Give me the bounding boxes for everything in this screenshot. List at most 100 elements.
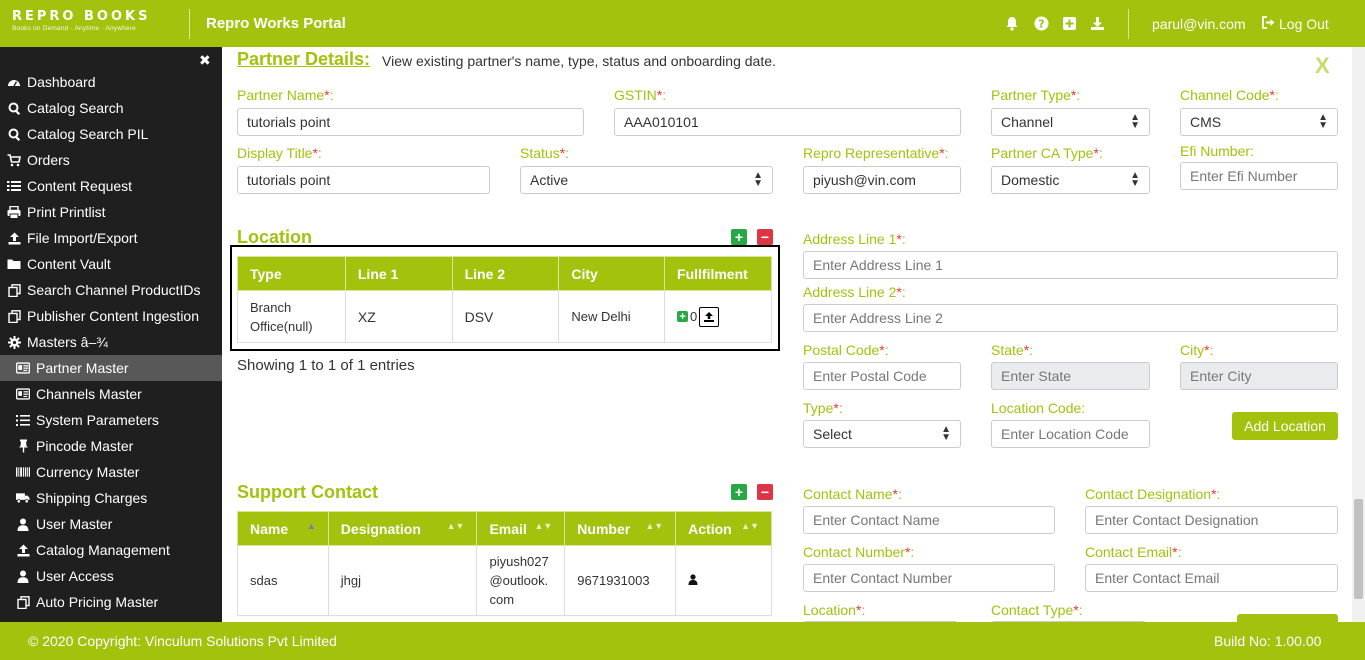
sidebar-item-label: User Master: [36, 516, 113, 532]
sidebar-item-catalog-management[interactable]: Catalog Management: [0, 537, 222, 563]
sidebar-item-orders[interactable]: Orders: [0, 147, 222, 173]
copy-icon: [7, 283, 21, 297]
address-line2-input[interactable]: Enter Address Line 2: [803, 304, 1338, 332]
address-line1-input[interactable]: Enter Address Line 1: [803, 251, 1338, 279]
download-icon[interactable]: [1088, 14, 1106, 32]
sidebar-item-auto-pricing-master[interactable]: Auto Pricing Master: [0, 589, 222, 615]
location-code-label: Location Code:: [991, 400, 1086, 416]
main-content: Partner Details: View existing partner's…: [222, 47, 1365, 622]
sidebar-close-icon[interactable]: ✖: [199, 52, 211, 69]
status-select[interactable]: Active ▲ ▼: [520, 166, 773, 194]
city-input[interactable]: Enter City: [1180, 362, 1338, 390]
bell-icon[interactable]: [1003, 14, 1021, 32]
col-designation[interactable]: Designation ▲▼: [327, 511, 478, 546]
sidebar-item-publisher-content-ingestion[interactable]: Publisher Content Ingestion: [0, 303, 222, 329]
channel-code-select[interactable]: CMS ▲ ▼: [1180, 108, 1338, 136]
sidebar: ✖ Dashboard Catalog Search Catalog Search …: [0, 47, 222, 622]
upload-fulfilment-icon[interactable]: [699, 306, 720, 327]
gstin-input[interactable]: AAA010101: [614, 108, 961, 136]
col-number[interactable]: Number ▲▼: [564, 511, 677, 546]
contact-name-input[interactable]: Enter Contact Name: [803, 506, 1055, 534]
user-icon: [16, 569, 30, 583]
contact-designation-label: Contact Designation*:: [1085, 486, 1221, 502]
remove-location-icon[interactable]: −: [757, 229, 773, 245]
close-partner-details-icon[interactable]: X: [1315, 53, 1330, 79]
contact-email-input[interactable]: Enter Contact Email: [1085, 564, 1338, 592]
repro-representative-label: Repro Representative*:: [803, 145, 949, 161]
user-icon[interactable]: [688, 573, 698, 588]
partner-name-input[interactable]: tutorials point: [237, 108, 584, 136]
sidebar-item-system-parameters[interactable]: System Parameters: [0, 407, 222, 433]
table-row: sdas jhgj piyush027 @outlook. com 967193…: [237, 545, 772, 616]
logout-link[interactable]: Log Out: [1262, 16, 1329, 32]
repro-representative-input[interactable]: piyush@vin.com: [803, 166, 961, 194]
sidebar-item-dashboard[interactable]: Dashboard: [0, 69, 222, 95]
col-line2[interactable]: Line 2: [451, 256, 560, 291]
sidebar-item-label: Shipping Charges: [36, 490, 148, 506]
sidebar-item-content-vault[interactable]: Content Vault: [0, 251, 222, 277]
sidebar-item-content-request[interactable]: Content Request: [0, 173, 222, 199]
remove-contact-icon[interactable]: −: [757, 484, 773, 500]
postal-code-input[interactable]: Enter Postal Code: [803, 362, 961, 390]
contact-designation-cell: jhgj: [327, 545, 478, 616]
sidebar-item-label: Catalog Search PIL: [27, 126, 149, 142]
col-city[interactable]: City: [558, 256, 666, 291]
location-code-input[interactable]: Enter Location Code: [991, 420, 1150, 448]
sidebar-item-pincode-master[interactable]: Pincode Master: [0, 433, 222, 459]
repro-books-logo[interactable]: REPRO BOOKS Books on Demand · Anytime · …: [12, 10, 174, 38]
add-contact-icon[interactable]: +: [731, 484, 747, 500]
plus-square-icon[interactable]: [1060, 14, 1078, 32]
sidebar-item-label: File Import/Export: [27, 230, 138, 246]
efi-number-input[interactable]: Enter Efi Number: [1180, 162, 1338, 190]
sidebar-item-file-import-export[interactable]: File Import/Export: [0, 225, 222, 251]
sidebar-item-catalog-search-pil[interactable]: Catalog Search PIL: [0, 121, 222, 147]
list-ol-icon: [16, 413, 30, 427]
sidebar-item-partner-master[interactable]: Partner Master: [0, 355, 222, 381]
location-type-select[interactable]: Select ▲ ▼: [803, 420, 961, 448]
add-location-icon[interactable]: +: [731, 229, 747, 245]
partner-details-description: View existing partner's name, type, stat…: [382, 53, 776, 69]
col-fulfilment[interactable]: Fullfilment: [664, 256, 772, 291]
col-type[interactable]: Type: [237, 256, 346, 291]
dashboard-icon: [7, 75, 21, 89]
user-email[interactable]: parul@vin.com: [1152, 16, 1246, 32]
sidebar-item-catalog-search[interactable]: Catalog Search: [0, 95, 222, 121]
sidebar-item-masters[interactable]: Masters â–¾: [0, 329, 222, 355]
partner-type-select[interactable]: Channel ▲ ▼: [991, 108, 1150, 136]
sidebar-item-label: Partner Master: [36, 360, 129, 376]
add-location-button[interactable]: Add Location: [1232, 412, 1338, 440]
status-label: Status*:: [520, 145, 570, 161]
col-name[interactable]: Name ▲: [237, 511, 329, 546]
col-action[interactable]: Action ▲▼: [675, 511, 772, 546]
partner-ca-type-select[interactable]: Domestic ▲ ▼: [991, 166, 1150, 194]
help-icon[interactable]: ?: [1032, 14, 1050, 32]
display-title-input[interactable]: tutorials point: [237, 166, 490, 194]
sidebar-item-print-printlist[interactable]: Print Printlist: [0, 199, 222, 225]
col-line1[interactable]: Line 1: [344, 256, 453, 291]
header-divider: [189, 9, 190, 39]
state-input[interactable]: Enter State: [991, 362, 1150, 390]
location-type-cell: Branch Office(null): [237, 290, 346, 343]
sidebar-item-currency-master[interactable]: Currency Master: [0, 459, 222, 485]
contact-number-input[interactable]: Enter Contact Number: [803, 564, 1055, 592]
contact-designation-input[interactable]: Enter Contact Designation: [1085, 506, 1338, 534]
sidebar-item-search-channel-productids[interactable]: Search Channel ProductIDs: [0, 277, 222, 303]
location-entries-info: Showing 1 to 1 of 1 entries: [237, 357, 415, 374]
contact-name-label: Contact Name*:: [803, 486, 902, 502]
partner-name-label: Partner Name*:: [237, 87, 334, 103]
user-icon: [16, 517, 30, 531]
scrollbar-thumb[interactable]: [1354, 499, 1363, 599]
sidebar-item-label: Masters â–¾: [27, 334, 108, 350]
sidebar-item-shipping-charges[interactable]: Shipping Charges: [0, 485, 222, 511]
col-email[interactable]: Email ▲▼: [476, 511, 566, 546]
postal-code-label: Postal Code*:: [803, 342, 889, 358]
sidebar-item-user-master[interactable]: User Master: [0, 511, 222, 537]
sidebar-item-channels-master[interactable]: Channels Master: [0, 381, 222, 407]
add-contact-button[interactable]: [1237, 614, 1338, 622]
sidebar-item-user-access[interactable]: User Access: [0, 563, 222, 589]
gear-icon: [7, 335, 21, 349]
location-line1-cell: XZ: [344, 290, 453, 343]
partner-ca-type-label: Partner CA Type*:: [991, 145, 1103, 161]
add-fulfilment-icon[interactable]: +: [677, 311, 689, 323]
copy-icon: [7, 309, 21, 323]
